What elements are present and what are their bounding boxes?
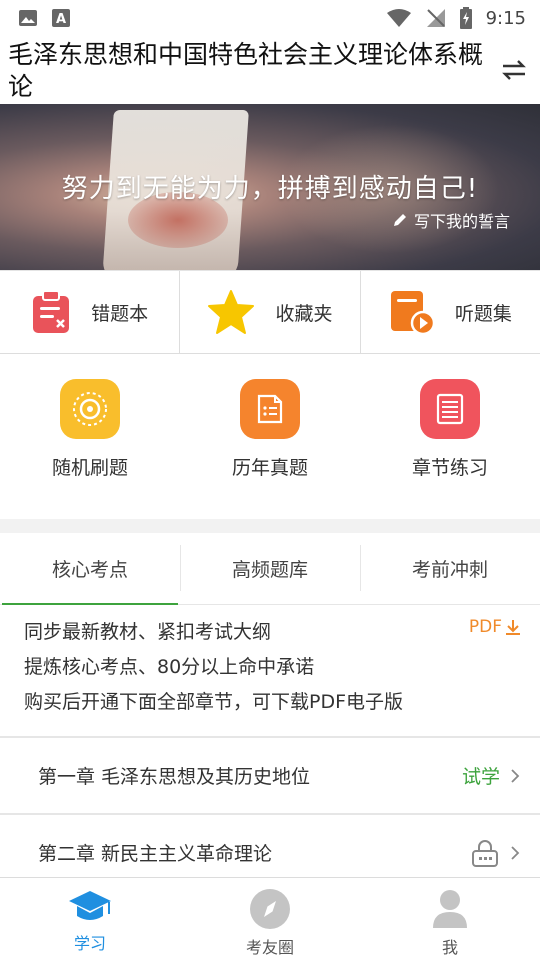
quick-actions-row: 随机刷题 历年真题 章节练习 [0, 354, 540, 519]
status-time: 9:15 [485, 7, 526, 29]
tool-row: 错题本 收藏夹 听题集 [0, 270, 540, 354]
quick-label: 历年真题 [231, 457, 308, 479]
random-practice-button[interactable]: 随机刷题 [0, 379, 180, 519]
graduation-cap-icon [69, 891, 111, 920]
tool-label: 听题集 [454, 302, 512, 325]
bottom-nav: 学习 考友圈 我 [0, 877, 540, 960]
tab-high-frequency[interactable]: 高频题库 [180, 533, 360, 604]
intro-line: 购买后开通下面全部章节，可下载PDF电子版 [24, 691, 404, 713]
nav-study[interactable]: 学习 [0, 878, 180, 960]
person-icon [433, 890, 467, 928]
status-bar: A 9:15 [0, 0, 540, 36]
nav-community[interactable]: 考友圈 [180, 878, 360, 960]
nav-me[interactable]: 我 [360, 878, 540, 960]
lock-icon [472, 839, 498, 867]
pencil-icon [393, 214, 406, 226]
chevron-right-icon [511, 768, 520, 783]
star-icon [208, 290, 255, 334]
favorites-button[interactable]: 收藏夹 [180, 271, 361, 353]
audio-questions-button[interactable]: 听题集 [361, 271, 540, 353]
clipboard-x-icon [33, 290, 70, 333]
motivation-banner[interactable]: 努力到无能为力，拼搏到感动自己! 写下我的誓言 [0, 104, 540, 270]
title-bar: 毛泽东思想和中国特色社会主义理论体系概论 [0, 36, 540, 104]
wifi-icon [386, 9, 411, 27]
swap-icon [502, 60, 526, 80]
write-pledge-label: 写下我的誓言 [413, 212, 510, 231]
tab-core-points[interactable]: 核心考点 [0, 533, 180, 605]
tool-label: 收藏夹 [275, 302, 333, 325]
past-papers-icon [240, 379, 300, 439]
quick-label: 随机刷题 [51, 457, 128, 479]
battery-icon [459, 7, 472, 29]
quick-label: 章节练习 [411, 457, 488, 479]
page-title: 毛泽东思想和中国特色社会主义理论体系概论 [8, 40, 484, 101]
intro-line: 提炼核心考点、80分以上命中承诺 [24, 656, 315, 678]
content-tabs: 核心考点 高频题库 考前冲刺 [0, 533, 540, 605]
image-icon [19, 10, 37, 26]
tab-final-sprint[interactable]: 考前冲刺 [360, 533, 540, 604]
download-icon [506, 620, 520, 635]
chapter-title: 第二章 新民主主义革命理论 [38, 843, 273, 865]
trial-label: 试学 [461, 766, 500, 788]
chapter-title: 第一章 毛泽东思想及其历史地位 [38, 766, 311, 788]
past-papers-button[interactable]: 历年真题 [180, 379, 360, 519]
wrong-questions-button[interactable]: 错题本 [0, 271, 181, 353]
chapter-list-icon [420, 379, 480, 439]
font-icon: A [52, 9, 70, 27]
no-signal-icon [426, 9, 445, 27]
compass-icon [250, 889, 290, 929]
course-intro: 同步最新教材、紧扣考试大纲 提炼核心考点、80分以上命中承诺 购买后开通下面全部… [0, 605, 540, 738]
chapter-row[interactable]: 第一章 毛泽东思想及其历史地位 试学 [0, 738, 540, 815]
pdf-download-button[interactable]: PDF [469, 617, 522, 637]
audio-file-icon [390, 291, 435, 335]
nav-label: 考友圈 [245, 938, 294, 957]
tool-label: 错题本 [91, 302, 149, 325]
banner-slogan: 努力到无能为力，拼搏到感动自己! [61, 174, 479, 204]
chapter-practice-button[interactable]: 章节练习 [360, 379, 540, 519]
nav-label: 学习 [73, 934, 106, 953]
switch-course-button[interactable] [498, 52, 530, 88]
random-practice-icon [60, 379, 120, 439]
section-divider [0, 519, 540, 533]
write-pledge-link[interactable]: 写下我的誓言 [392, 208, 510, 232]
intro-line: 同步最新教材、紧扣考试大纲 [24, 621, 272, 643]
nav-label: 我 [441, 938, 458, 957]
svg-text:A: A [56, 12, 66, 27]
chevron-right-icon [511, 845, 520, 860]
pdf-label: PDF [468, 617, 502, 637]
